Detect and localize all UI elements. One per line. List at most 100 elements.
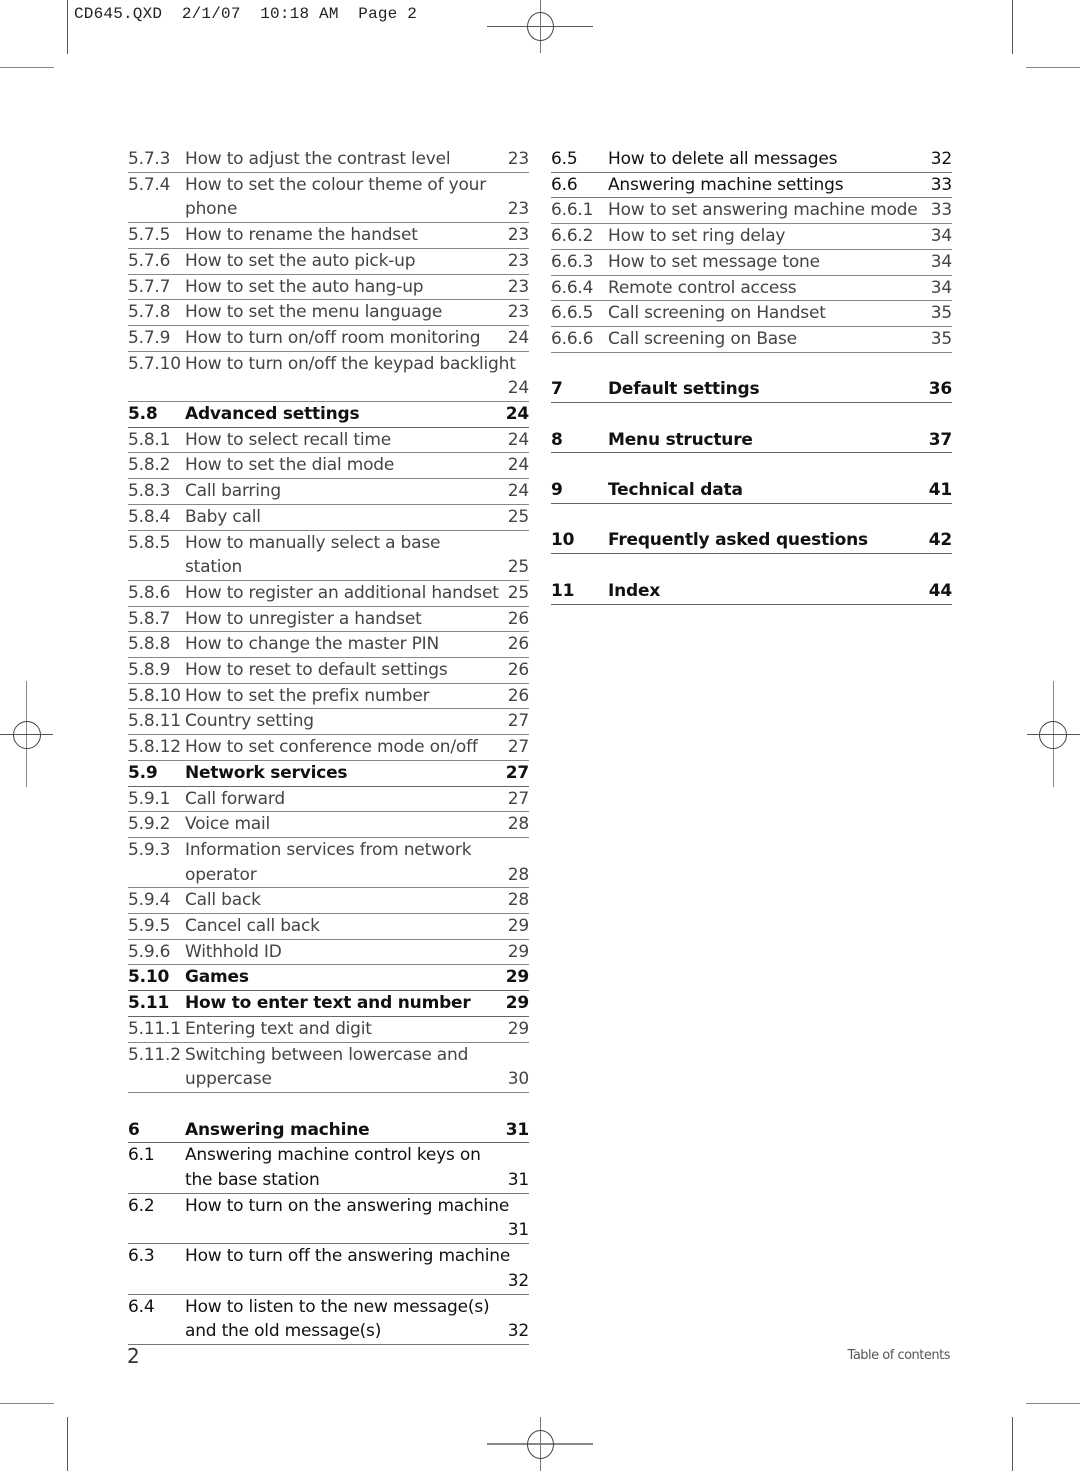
toc-entry-title: Withhold ID bbox=[185, 941, 282, 962]
toc-entry-number: 5.11 bbox=[128, 993, 170, 1014]
toc-entry[interactable]: 5.9.3 Information services from network o… bbox=[128, 838, 529, 889]
toc-entry[interactable]: 5.7.4 How to set the colour theme of your… bbox=[128, 173, 529, 224]
toc-entry[interactable]: 6.6.6 Call screening on Base 35 bbox=[551, 327, 952, 353]
toc-entry[interactable]: 5.9.4 Call back 28 bbox=[128, 888, 529, 915]
crop-mark-top-right-vertical bbox=[1012, 0, 1013, 54]
footer-section-title: Table of contents bbox=[847, 1348, 951, 1363]
toc-entry-page: 32 bbox=[507, 1270, 529, 1291]
toc-entry[interactable]: 5.8.7 How to unregister a handset 26 bbox=[128, 607, 529, 633]
crop-mark-top-left-horizontal bbox=[0, 67, 54, 68]
toc-entry-page: 27 bbox=[507, 737, 529, 758]
toc-entry[interactable]: 5.8.8 How to change the master PIN 26 bbox=[128, 632, 529, 659]
toc-entry-page: 24 bbox=[507, 481, 529, 502]
toc-entry-number: 10 bbox=[551, 530, 575, 551]
toc-entry[interactable]: 6.1 Answering machine control keys on the… bbox=[128, 1143, 529, 1194]
toc-entry[interactable]: 9 Technical data 41 bbox=[551, 478, 952, 504]
toc-entry-title: How to set answering machine mode bbox=[608, 200, 918, 221]
toc-entry[interactable]: 6.5 How to delete all messages 32 bbox=[551, 147, 952, 173]
toc-entry-title: Entering text and digit bbox=[185, 1018, 372, 1039]
toc-entry[interactable]: 6.6.1 How to set answering machine mode 33 bbox=[551, 198, 952, 225]
toc-entry[interactable]: 5.9.1 Call forward 27 bbox=[128, 787, 529, 813]
toc-entry-title: Technical data bbox=[608, 480, 743, 501]
toc-entry[interactable]: 5.9 Network services 27 bbox=[128, 761, 529, 787]
toc-entry-page: 29 bbox=[507, 916, 529, 937]
toc-entry-title: How to turn on/off room monitoring bbox=[185, 327, 481, 348]
toc-entry-page: 34 bbox=[930, 226, 952, 247]
toc-entry[interactable]: 5.8 Advanced settings 24 bbox=[128, 402, 529, 428]
toc-entry[interactable]: 5.11 How to enter text and number 29 bbox=[128, 991, 529, 1017]
toc-entry-number: 5.7.4 bbox=[128, 174, 171, 195]
toc-entry-page: 24 bbox=[507, 455, 529, 476]
toc-entry-number: 5.11.1 bbox=[128, 1018, 181, 1039]
toc-entry[interactable]: 11 Index 44 bbox=[551, 579, 952, 605]
toc-entry-title: How to set the prefix number bbox=[185, 685, 430, 706]
toc-entry-number: 6.1 bbox=[128, 1145, 155, 1166]
toc-entry-page: 25 bbox=[507, 582, 529, 603]
toc-entry[interactable]: 5.11.1 Entering text and digit 29 bbox=[128, 1017, 529, 1043]
toc-entry-page: 23 bbox=[507, 149, 529, 169]
toc-entry[interactable]: 6.3 How to turn off the answering machine… bbox=[128, 1244, 529, 1295]
toc-entry[interactable]: 6.6.5 Call screening on Handset 35 bbox=[551, 301, 952, 327]
toc-entry[interactable]: 6.6.2 How to set ring delay 34 bbox=[551, 224, 952, 250]
toc-entry[interactable]: 5.7.3 How to adjust the contrast level 23 bbox=[128, 147, 529, 173]
toc-entry-title: How to rename the handset bbox=[185, 225, 418, 246]
toc-entry-number: 11 bbox=[551, 580, 575, 601]
registration-mark-top-circle bbox=[527, 12, 554, 41]
toc-entry-title: How to adjust the contrast level bbox=[185, 149, 451, 169]
toc-entry[interactable]: 5.8.4 Baby call 25 bbox=[128, 505, 529, 531]
toc-entry-title: How to set the dial mode bbox=[185, 455, 395, 476]
toc-left-column: 5.7.3 How to adjust the contrast level 23 5… bbox=[128, 147, 529, 1345]
toc-entry[interactable]: 5.7.5 How to rename the handset 23 bbox=[128, 223, 529, 249]
toc-entry[interactable]: 5.7.7 How to set the auto hang-up 23 bbox=[128, 275, 529, 301]
toc-entry-title: Information services from network operat… bbox=[185, 839, 472, 885]
toc-entry-page: 33 bbox=[930, 174, 952, 195]
toc-spacer bbox=[128, 1093, 529, 1118]
toc-entry[interactable]: 5.8.11 Country setting 27 bbox=[128, 709, 529, 736]
toc-entry-number: 5.7.3 bbox=[128, 149, 171, 169]
toc-entry[interactable]: 10 Frequently asked questions 42 bbox=[551, 528, 952, 555]
toc-entry-page: 23 bbox=[507, 302, 529, 323]
toc-entry-number: 5.8.11 bbox=[128, 711, 181, 732]
toc-entry-title: Index bbox=[608, 580, 661, 601]
toc-entry-page: 37 bbox=[928, 429, 952, 450]
toc-entry-page: 23 bbox=[507, 199, 529, 220]
toc-entry[interactable]: 5.8.6 How to register an additional hands… bbox=[128, 581, 529, 607]
toc-entry[interactable]: 5.7.9 How to turn on/off room monitoring 2… bbox=[128, 326, 529, 352]
toc-entry[interactable]: 6.6.3 How to set message tone 34 bbox=[551, 250, 952, 276]
toc-entry[interactable]: 5.9.2 Voice mail 28 bbox=[128, 812, 529, 838]
toc-entry-page: 34 bbox=[930, 251, 952, 272]
toc-entry[interactable]: 7 Default settings 36 bbox=[551, 377, 952, 404]
toc-entry[interactable]: 6.4 How to listen to the new message(s) a… bbox=[128, 1295, 529, 1345]
toc-entry-title: Default settings bbox=[608, 379, 760, 400]
toc-entry[interactable]: 5.10 Games 29 bbox=[128, 965, 529, 992]
toc-entry-number: 5.9.4 bbox=[128, 890, 171, 911]
toc-entry[interactable]: 5.8.12 How to set conference mode on/off 2… bbox=[128, 735, 529, 761]
toc-entry[interactable]: 6 Answering machine 31 bbox=[128, 1118, 529, 1144]
toc-entry-number: 6.4 bbox=[128, 1296, 155, 1317]
toc-entry[interactable]: 5.9.5 Cancel call back 29 bbox=[128, 914, 529, 940]
toc-entry[interactable]: 5.7.10 How to turn on/off the keypad back… bbox=[128, 352, 529, 403]
toc-entry-number: 6.6.3 bbox=[551, 251, 594, 272]
toc-entry[interactable]: 5.8.10 How to set the prefix number 26 bbox=[128, 684, 529, 710]
toc-entry-page: 27 bbox=[507, 788, 529, 809]
toc-entry-title: Baby call bbox=[185, 506, 261, 527]
toc-entry[interactable]: 6.2 How to turn on the answering machine 3… bbox=[128, 1194, 529, 1245]
toc-entry-page: 27 bbox=[505, 762, 529, 783]
toc-entry[interactable]: 5.11.2 Switching between lowercase and up… bbox=[128, 1043, 529, 1093]
toc-entry-number: 6.6.5 bbox=[551, 303, 594, 324]
toc-entry[interactable]: 5.8.5 How to manually select a base stati… bbox=[128, 531, 529, 581]
toc-entry-number: 5.9.1 bbox=[128, 788, 171, 809]
toc-entry[interactable]: 5.8.3 Call barring 24 bbox=[128, 479, 529, 505]
toc-entry[interactable]: 5.7.6 How to set the auto pick-up 23 bbox=[128, 249, 529, 275]
toc-entry[interactable]: 5.7.8 How to set the menu language 23 bbox=[128, 300, 529, 326]
toc-entry[interactable]: 5.8.9 How to reset to default settings 26 bbox=[128, 658, 529, 684]
toc-entry-page: 31 bbox=[505, 1119, 529, 1140]
toc-entry[interactable]: 6.6 Answering machine settings 33 bbox=[551, 173, 952, 199]
toc-entry[interactable]: 6.6.4 Remote control access 34 bbox=[551, 276, 952, 302]
toc-entry-number: 5.9.6 bbox=[128, 941, 171, 962]
toc-entry[interactable]: 8 Menu structure 37 bbox=[551, 428, 952, 454]
toc-entry[interactable]: 5.8.1 How to select recall time 24 bbox=[128, 428, 529, 454]
toc-entry[interactable]: 5.9.6 Withhold ID 29 bbox=[128, 940, 529, 966]
toc-entry-page: 31 bbox=[507, 1220, 529, 1241]
toc-entry[interactable]: 5.8.2 How to set the dial mode 24 bbox=[128, 453, 529, 480]
